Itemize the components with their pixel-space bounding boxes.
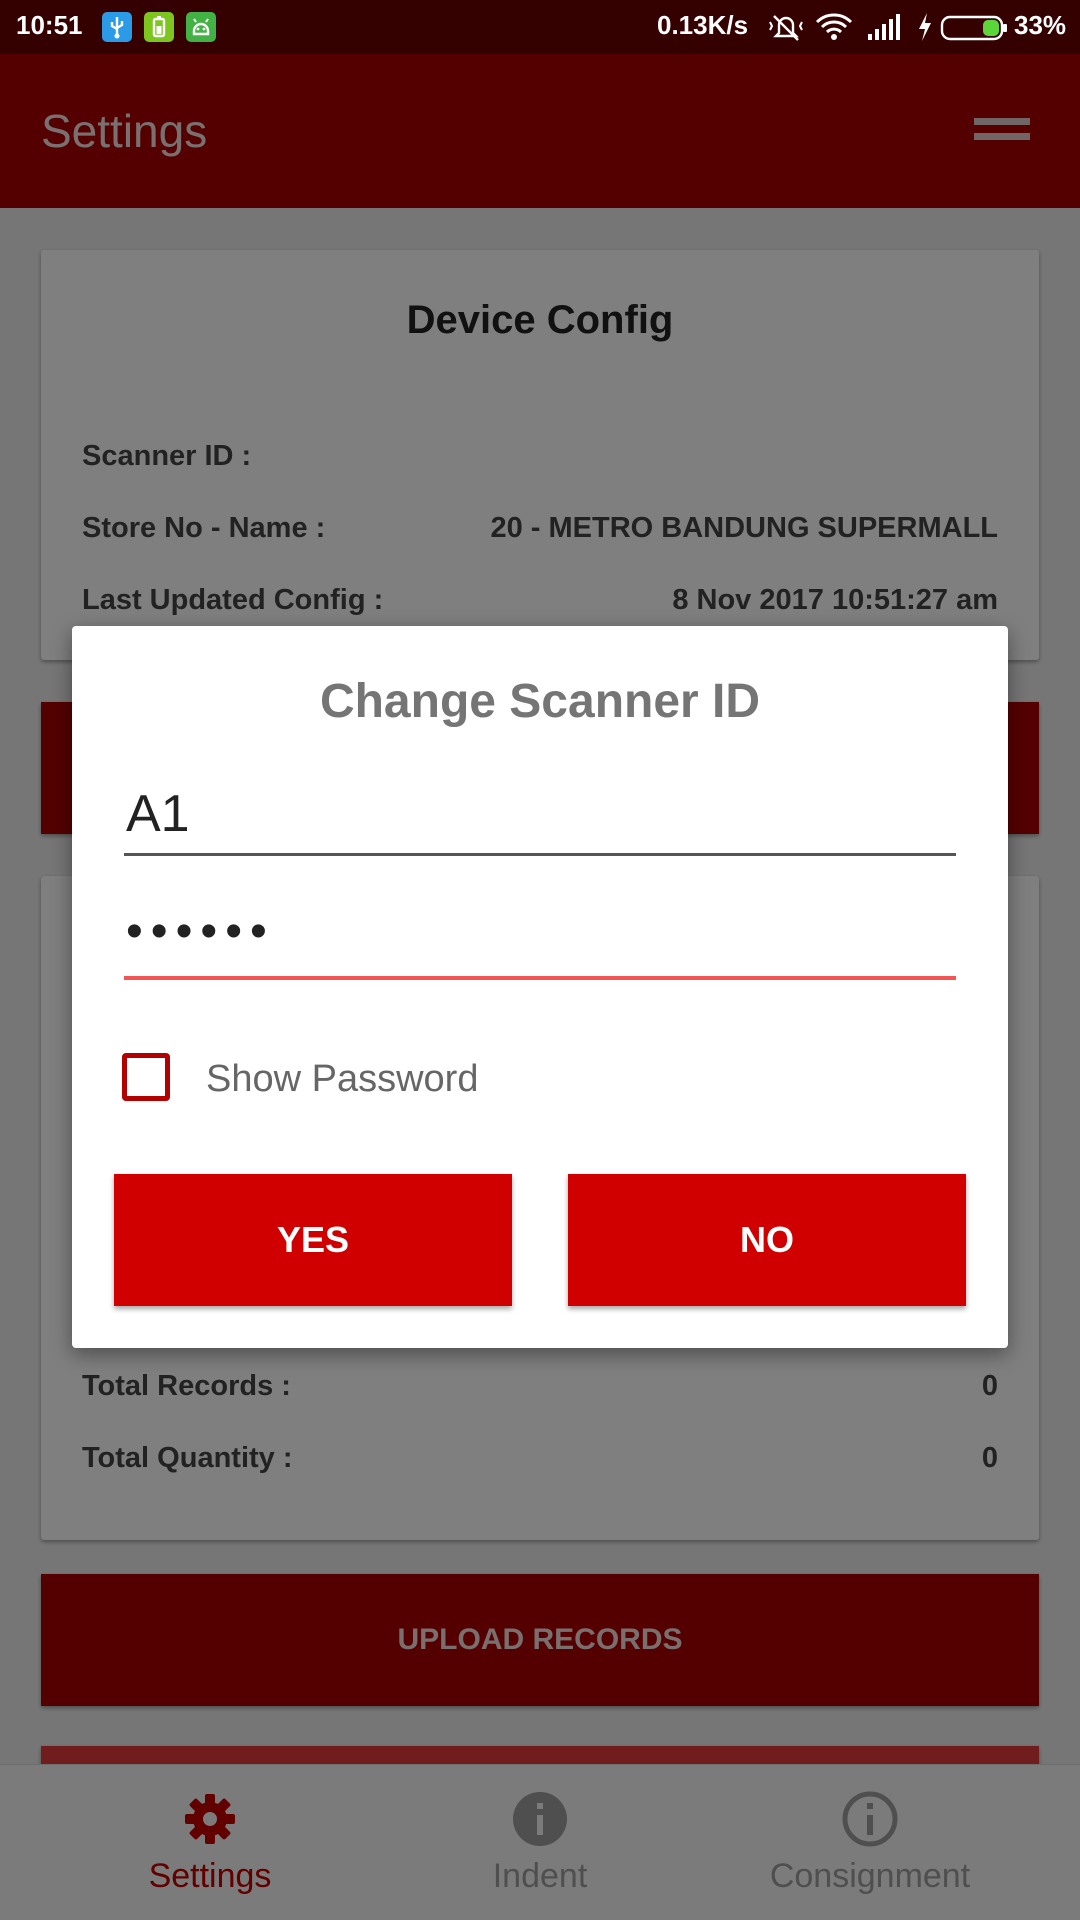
status-bar: 10:51 0.13K/s 33% xyxy=(0,0,1080,54)
dialog-title: Change Scanner ID xyxy=(319,675,761,728)
battery-icon xyxy=(940,14,1010,47)
usb-icon xyxy=(102,12,132,42)
password-input-value: •••••• xyxy=(126,905,275,958)
status-time: 10:51 xyxy=(16,10,83,40)
battery-percent: 33% xyxy=(1014,10,1067,40)
battery-saver-icon xyxy=(144,12,174,42)
charging-icon xyxy=(916,12,934,47)
scanner-id-input-value: A1 xyxy=(126,785,190,843)
show-password-label[interactable]: Show Password xyxy=(206,1058,478,1101)
scanner-id-underline xyxy=(124,853,956,856)
android-debug-icon xyxy=(186,12,216,42)
scanner-id-input[interactable]: A1 xyxy=(124,776,956,856)
show-password-checkbox[interactable] xyxy=(122,1053,170,1101)
password-input[interactable]: •••••• xyxy=(124,900,956,980)
signal-icon xyxy=(866,12,904,47)
yes-button[interactable]: YES xyxy=(114,1174,512,1306)
wifi-icon xyxy=(815,12,853,47)
change-scanner-dialog: Change Scanner ID A1 •••••• Show Passwor… xyxy=(72,626,1008,1348)
password-underline xyxy=(124,976,956,980)
no-button[interactable]: NO xyxy=(568,1174,966,1306)
network-speed: 0.13K/s xyxy=(657,10,749,40)
mute-vibrate-icon xyxy=(768,12,804,47)
